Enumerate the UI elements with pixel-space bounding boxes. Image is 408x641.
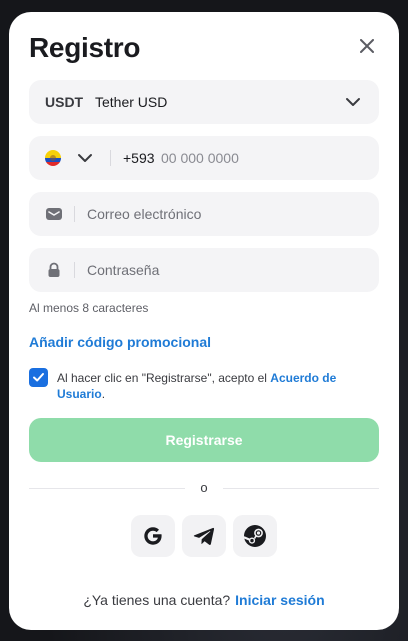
lock-icon	[48, 262, 60, 277]
phone-input[interactable]: 00 000 0000	[161, 150, 239, 166]
telegram-login-button[interactable]	[182, 515, 226, 557]
divider-line	[223, 488, 379, 489]
add-promo-code-link[interactable]: Añadir código promocional	[29, 334, 211, 350]
close-button[interactable]	[355, 34, 379, 58]
checkmark-icon	[33, 373, 44, 382]
modal-title: Registro	[29, 32, 141, 63]
terms-checkbox[interactable]	[29, 368, 48, 387]
chevron-down-icon[interactable]	[77, 150, 93, 166]
divider-line	[29, 488, 185, 489]
ecuador-flag-icon[interactable]	[45, 150, 61, 166]
register-modal: Registro USDT Tether USD +593 00 000 000…	[9, 12, 399, 630]
login-link[interactable]: Iniciar sesión	[235, 592, 324, 608]
password-input[interactable]: Contraseña	[87, 262, 159, 278]
email-field[interactable]: Correo electrónico	[29, 192, 379, 236]
chevron-down-icon	[346, 98, 360, 106]
terms-prefix: Al hacer clic en "Registrarse", acepto e…	[57, 371, 271, 385]
steam-login-button[interactable]	[233, 515, 277, 557]
google-icon	[144, 527, 162, 545]
phone-country-code: +593	[123, 150, 155, 166]
password-field[interactable]: Contraseña	[29, 248, 379, 292]
login-prompt: ¿Ya tienes una cuenta? Iniciar sesión	[9, 592, 399, 608]
currency-name: Tether USD	[95, 94, 168, 110]
currency-code: USDT	[45, 94, 84, 110]
telegram-icon	[193, 527, 215, 545]
have-account-text: ¿Ya tienes una cuenta?	[83, 592, 231, 608]
envelope-icon	[46, 208, 62, 220]
close-icon	[360, 39, 374, 53]
terms-suffix: .	[101, 387, 106, 401]
field-separator	[74, 262, 75, 278]
email-input[interactable]: Correo electrónico	[87, 206, 201, 222]
steam-icon	[243, 525, 266, 547]
google-login-button[interactable]	[131, 515, 175, 557]
register-button[interactable]: Registrarse	[29, 418, 379, 462]
currency-select[interactable]: USDT Tether USD	[29, 80, 379, 124]
field-separator	[74, 206, 75, 222]
password-hint: Al menos 8 caracteres	[29, 301, 149, 315]
field-separator	[110, 150, 111, 166]
phone-field[interactable]: +593 00 000 0000	[29, 136, 379, 180]
terms-text: Al hacer clic en "Registrarse", acepto e…	[57, 370, 367, 402]
divider-or: o	[200, 480, 208, 495]
